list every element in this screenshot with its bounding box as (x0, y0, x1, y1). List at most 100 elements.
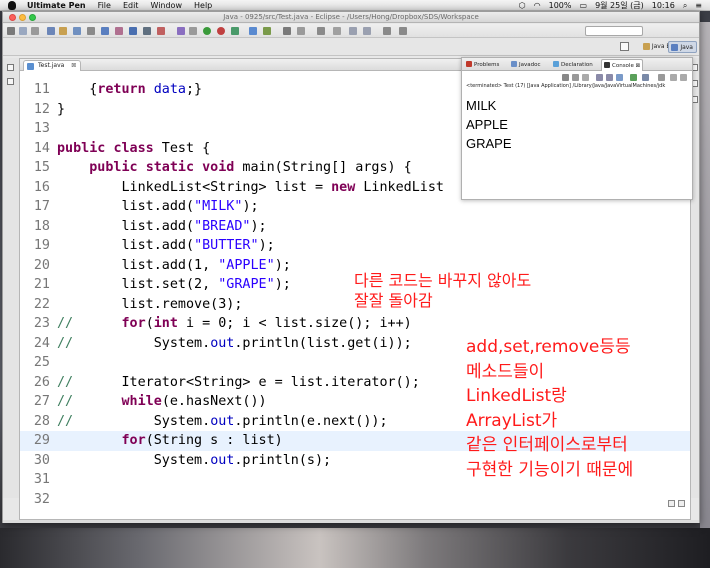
next-annotation-icon[interactable] (349, 27, 357, 35)
console-output-line: MILK (466, 98, 497, 113)
window-maximize-button[interactable] (29, 14, 36, 21)
restore-icon[interactable] (7, 64, 14, 71)
menu-window[interactable]: Window (150, 0, 182, 11)
javadoc-icon (511, 61, 517, 67)
pin-console-icon[interactable] (616, 74, 623, 81)
menu-help[interactable]: Help (194, 0, 212, 11)
new-class-icon[interactable] (263, 27, 271, 35)
pin-icon[interactable] (333, 27, 341, 35)
editor-tab-test-java[interactable]: Test.java ⊠ (23, 60, 82, 71)
coverage-icon[interactable] (217, 27, 225, 35)
annotation-icon[interactable] (317, 27, 325, 35)
code-text: // System.out.println(e.next()); (57, 413, 388, 429)
folder-icon[interactable] (129, 27, 137, 35)
minimize-console-icon[interactable] (670, 74, 677, 81)
code-line[interactable]: 32 (20, 490, 690, 510)
menu-edit[interactable]: Edit (123, 0, 139, 11)
line-number: 18 (33, 218, 50, 234)
code-text: list.add("BUTTER"); (57, 238, 275, 253)
line-number: 30 (33, 452, 50, 468)
code-line[interactable]: 18 list.add("BREAD"); (20, 217, 690, 237)
app-menu[interactable]: Ultimate Pen (27, 0, 86, 11)
quick-access-input[interactable] (585, 26, 643, 36)
task-icon[interactable] (59, 27, 67, 35)
console-output-line: APPLE (466, 117, 508, 132)
display-console-icon[interactable] (630, 74, 637, 81)
package-explorer-icon[interactable] (7, 78, 14, 85)
build-icon[interactable] (47, 27, 55, 35)
external-tools-icon[interactable] (231, 27, 239, 35)
open-console-icon[interactable] (642, 74, 649, 81)
new-icon[interactable] (7, 27, 15, 35)
code-text: list.remove(3); (57, 296, 243, 312)
code-text: list.add("BREAD"); (57, 218, 267, 234)
settings-icon[interactable] (87, 27, 95, 35)
code-line[interactable]: 19 list.add("BUTTER"); (20, 236, 690, 256)
remove-all-icon[interactable] (582, 74, 589, 81)
stop-icon[interactable] (157, 27, 165, 35)
class-icon[interactable] (115, 27, 123, 35)
code-text: list.add("MILK"); (57, 199, 259, 214)
debug-icon[interactable] (177, 27, 185, 35)
perspective-java[interactable]: Java (668, 41, 697, 53)
apple-icon[interactable] (8, 0, 16, 10)
tab-declaration-label: Declaration (561, 62, 593, 68)
forward-icon[interactable] (399, 27, 407, 35)
line-number: 32 (33, 491, 50, 507)
code-line[interactable]: 23 // for(int i = 0; i < list.size(); i++… (20, 314, 690, 334)
line-number: 19 (33, 238, 50, 253)
dropbox-icon[interactable]: ⬡ (519, 0, 526, 11)
terminate-icon[interactable] (562, 74, 569, 81)
code-text: list.add(1, "APPLE"); (57, 257, 291, 273)
battery-icon[interactable]: ▭ (580, 0, 588, 11)
scroll-lock-icon[interactable] (596, 74, 603, 81)
terminal-icon[interactable] (143, 27, 151, 35)
notification-icon[interactable]: ≡ (695, 0, 702, 11)
search-icon[interactable]: ⌕ (683, 0, 687, 11)
wifi-icon[interactable]: ◠ (534, 0, 541, 11)
window-close-button[interactable] (9, 14, 16, 21)
menubar-time[interactable]: 10:16 (652, 0, 675, 11)
line-number: 24 (33, 335, 50, 351)
editor-tab-label: Test.java (38, 62, 65, 69)
prev-annotation-icon[interactable] (363, 27, 371, 35)
tab-console[interactable]: Console ⊠ (601, 59, 644, 71)
desktop-wallpaper-edge (700, 22, 710, 528)
package-icon[interactable] (101, 27, 109, 35)
tab-declaration[interactable]: Declaration (551, 59, 595, 71)
skip-icon[interactable] (189, 27, 197, 35)
tab-javadoc[interactable]: Javadoc (509, 59, 543, 71)
back-icon[interactable] (383, 27, 391, 35)
line-number: 31 (33, 472, 50, 487)
print-icon[interactable] (31, 27, 39, 35)
remove-launch-icon[interactable] (572, 74, 579, 81)
open-perspective-icon[interactable] (620, 42, 629, 51)
line-number: 12 (33, 101, 50, 117)
close-console-icon[interactable]: ⊠ (636, 63, 641, 69)
line-number: 13 (33, 121, 50, 136)
minimize-panel-icon[interactable] (668, 500, 675, 507)
view-menu-icon[interactable] (658, 74, 665, 81)
window-minimize-button[interactable] (19, 14, 26, 21)
menu-file[interactable]: File (98, 0, 111, 11)
run-icon[interactable] (203, 27, 211, 35)
maximize-panel-icon[interactable] (678, 500, 685, 507)
tab-problems-label: Problems (474, 62, 500, 68)
battery-level[interactable]: 100% (549, 0, 572, 11)
menubar-date[interactable]: 9월 25일 (금) (595, 0, 644, 11)
line-number: 17 (33, 199, 50, 214)
save-icon[interactable] (19, 27, 27, 35)
tab-problems[interactable]: Problems (464, 59, 501, 71)
problems-icon (466, 61, 472, 67)
code-text: // System.out.println(list.get(i)); (57, 335, 412, 351)
show-console-icon[interactable] (606, 74, 613, 81)
line-number: 29 (33, 433, 50, 448)
maximize-console-icon[interactable] (680, 74, 687, 81)
line-number: 11 (33, 82, 50, 97)
left-trim-bar (3, 58, 19, 498)
open-type-icon[interactable] (283, 27, 291, 35)
server-icon[interactable] (73, 27, 81, 35)
close-tab-icon[interactable]: ⊠ (71, 62, 76, 69)
search-tool-icon[interactable] (297, 27, 305, 35)
new-java-icon[interactable] (249, 27, 257, 35)
